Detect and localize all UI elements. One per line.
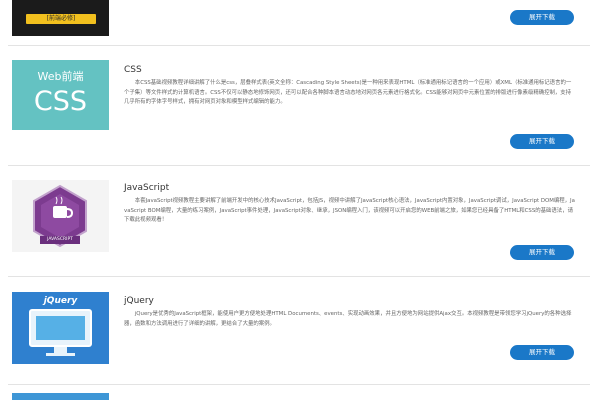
download-button[interactable]: 展开下载 xyxy=(510,245,574,260)
thumbnail-label: JAVASCRIPT xyxy=(47,237,73,242)
course-item-top: [前端必修] 展开下载 xyxy=(0,0,600,48)
course-title[interactable]: jQuery xyxy=(124,296,154,306)
jquery-thumbnail[interactable]: jQuery xyxy=(12,292,109,364)
course-thumbnail[interactable] xyxy=(12,393,109,400)
course-description: 本CSS基础视频教程详细讲解了什么是css，层叠样式表(英文全称：Cascadi… xyxy=(124,80,572,106)
divider xyxy=(8,165,590,166)
divider xyxy=(8,45,590,46)
course-title[interactable]: JavaScript xyxy=(124,183,169,193)
divider xyxy=(8,384,590,385)
download-button[interactable]: 展开下载 xyxy=(510,134,574,149)
monitor-icon xyxy=(29,309,92,356)
thumbnail-title: CSS xyxy=(33,86,88,117)
thumbnail-subtitle: Web前端 xyxy=(37,70,84,83)
course-title[interactable]: CSS xyxy=(124,65,142,75)
course-description: jQuery是优秀的JavaScript框架，能使用户更方便地处理HTML Do… xyxy=(124,311,572,327)
course-thumbnail[interactable]: [前端必修] xyxy=(12,0,109,36)
divider xyxy=(8,276,590,277)
download-button[interactable]: 展开下载 xyxy=(510,345,574,360)
course-description: 本套JavaScript视频教程主要讲解了前端开发中的核心技术JavaScrip… xyxy=(124,198,575,224)
javascript-thumbnail[interactable]: JAVASCRIPT xyxy=(12,180,109,252)
css-thumbnail[interactable]: Web前端 CSS xyxy=(12,60,109,130)
download-button[interactable]: 展开下载 xyxy=(510,10,574,25)
thumbnail-badge: [前端必修] xyxy=(26,14,96,24)
